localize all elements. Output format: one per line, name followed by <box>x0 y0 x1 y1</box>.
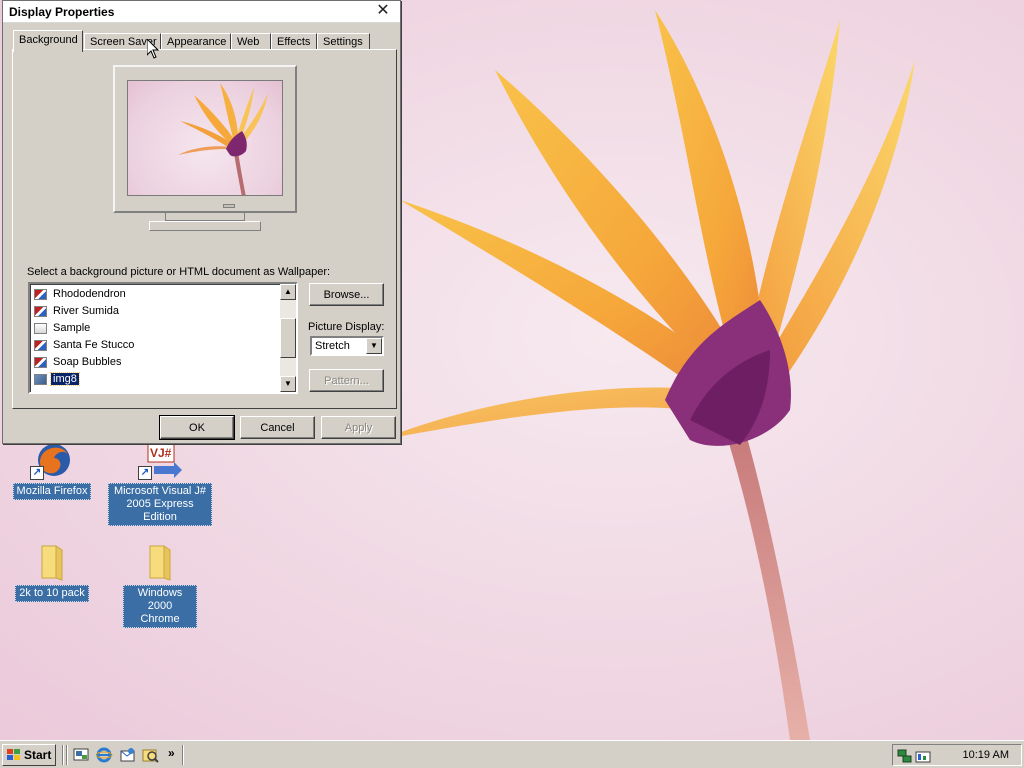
taskbar-separator <box>62 745 64 765</box>
cancel-button[interactable]: Cancel <box>240 416 315 439</box>
list-item-river-sumida[interactable]: River Sumida <box>32 303 280 320</box>
list-item-rhododendron[interactable]: Rhododendron <box>32 286 280 303</box>
volume-icon[interactable] <box>915 748 931 764</box>
browse-button[interactable]: Browse... <box>309 283 384 306</box>
network-icon[interactable] <box>897 748 913 764</box>
list-scrollbar[interactable]: ▲ ▼ <box>280 284 296 392</box>
mouse-cursor-icon <box>147 39 159 59</box>
image-file-icon <box>34 289 47 300</box>
wallpaper-preview <box>127 80 283 196</box>
list-item-sample[interactable]: Sample <box>32 320 280 337</box>
desktop-icon-visual-jsharp[interactable]: VJ# ↗ Microsoft Visual J# 2005 Express E… <box>105 440 215 526</box>
clock[interactable]: 10:19 AM <box>963 749 1009 761</box>
picture-display-select[interactable]: Stretch ▼ <box>310 336 384 356</box>
windows-logo-icon <box>7 749 20 760</box>
image-file-icon <box>34 306 47 317</box>
show-desktop-icon[interactable] <box>73 747 90 763</box>
pattern-button[interactable]: Pattern... <box>309 369 384 392</box>
list-item-label: Santa Fe Stucco <box>53 339 135 351</box>
scroll-up-icon[interactable]: ▲ <box>280 284 296 300</box>
taskbar-separator <box>182 745 184 765</box>
desktop-icon-label: Windows 2000 Chrome <box>123 585 197 628</box>
image-file-icon <box>34 357 47 368</box>
folder-icon <box>41 545 63 581</box>
desktop-icon-label: Mozilla Firefox <box>12 483 92 500</box>
apply-button[interactable]: Apply <box>321 416 396 439</box>
dialog-title: Display Properties <box>9 5 115 19</box>
tab-label: Web <box>237 36 260 48</box>
preview-flower <box>178 83 268 195</box>
image-file-icon <box>34 340 47 351</box>
system-tray: 10:19 AM <box>892 744 1022 766</box>
close-icon[interactable]: ✕ <box>372 1 394 21</box>
background-tab-panel: Select a background picture or HTML docu… <box>12 49 397 409</box>
tab-label: Background <box>19 34 78 46</box>
tab-label: Appearance <box>167 36 227 48</box>
windows-explorer-icon[interactable] <box>142 747 159 763</box>
list-item-label: Soap Bubbles <box>53 356 122 368</box>
shortcut-arrow-icon: ↗ <box>30 466 44 480</box>
tab-background[interactable]: Background <box>13 30 83 52</box>
shortcut-arrow-icon: ↗ <box>138 466 152 480</box>
scroll-thumb[interactable] <box>280 318 296 358</box>
list-item-label: Rhododendron <box>53 288 126 300</box>
start-label: Start <box>24 748 52 762</box>
ok-button[interactable]: OK <box>159 415 235 440</box>
desktop-icon-label: Microsoft Visual J# 2005 Express Edition <box>108 483 212 526</box>
quick-launch-overflow[interactable]: » <box>168 746 175 760</box>
monitor-base <box>149 221 261 231</box>
list-item-santa-fe-stucco[interactable]: Santa Fe Stucco <box>32 337 280 354</box>
html-file-icon <box>34 323 47 334</box>
taskbar: Start » 10:19 AM <box>0 740 1024 768</box>
list-item-soap-bubbles[interactable]: Soap Bubbles <box>32 354 280 371</box>
svg-text:VJ#: VJ# <box>150 446 172 460</box>
tab-label: Settings <box>323 36 363 48</box>
monitor-preview <box>113 65 297 213</box>
wallpaper-list: Rhododendron River Sumida Sample Santa F… <box>32 286 280 388</box>
monitor-neck <box>165 213 245 221</box>
start-button[interactable]: Start <box>2 744 56 766</box>
tab-label: Effects <box>277 36 311 48</box>
wallpaper-listbox[interactable]: Rhododendron River Sumida Sample Santa F… <box>28 282 298 394</box>
desktop-icon-firefox[interactable]: ↗ Mozilla Firefox <box>0 440 107 500</box>
title-bar[interactable]: Display Properties ✕ <box>3 1 400 23</box>
monitor-power-led <box>223 204 235 208</box>
desktop-icon-label: 2k to 10 pack <box>15 585 89 602</box>
scroll-down-icon[interactable]: ▼ <box>280 376 296 392</box>
wallpaper-prompt: Select a background picture or HTML docu… <box>27 266 331 278</box>
desktop-icon-2k-to-10-pack[interactable]: 2k to 10 pack <box>0 542 107 602</box>
folder-icon <box>149 545 171 581</box>
display-properties-dialog: Display Properties ✕ Background Screen S… <box>2 0 401 444</box>
picture-file-icon <box>34 374 47 385</box>
outlook-express-icon[interactable] <box>119 747 136 763</box>
chevron-down-icon[interactable]: ▼ <box>366 338 382 354</box>
picture-display-value: Stretch <box>315 340 350 352</box>
taskbar-separator <box>66 745 68 765</box>
picture-display-label: Picture Display: <box>308 321 385 333</box>
list-item-img8[interactable]: img8 <box>32 371 280 388</box>
desktop-icon-windows-2000-chrome[interactable]: Windows 2000 Chrome <box>105 542 215 628</box>
internet-explorer-icon[interactable] <box>96 747 113 763</box>
list-item-label: River Sumida <box>53 305 120 317</box>
list-item-label: img8 <box>50 372 80 386</box>
list-item-label: Sample <box>53 322 91 334</box>
